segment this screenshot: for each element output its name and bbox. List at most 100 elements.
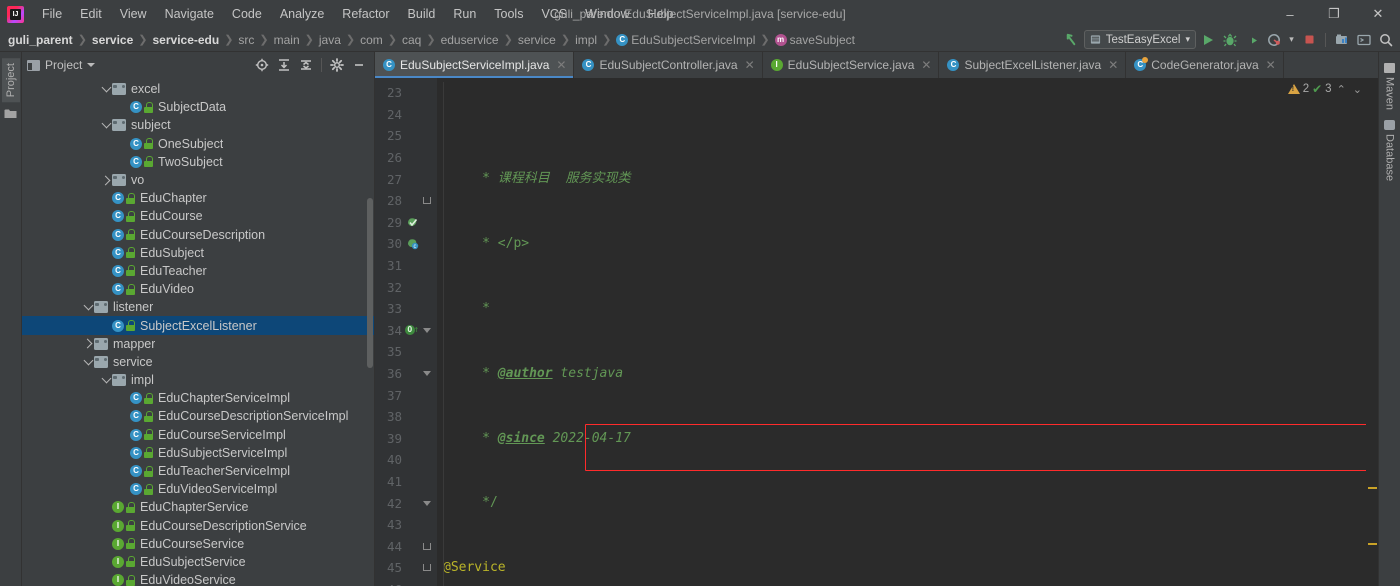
menu-edit[interactable]: Edit bbox=[71, 3, 111, 25]
breadcrumb-method[interactable]: m saveSubject bbox=[773, 32, 857, 48]
tree-item[interactable]: service bbox=[22, 353, 374, 371]
tree-item[interactable]: excel bbox=[22, 80, 374, 98]
maximize-button[interactable]: ❐ bbox=[1312, 0, 1356, 28]
chevron-down-icon[interactable] bbox=[100, 82, 112, 94]
menu-code[interactable]: Code bbox=[223, 3, 271, 25]
tree-item[interactable]: vo bbox=[22, 171, 374, 189]
menu-help[interactable]: Help bbox=[639, 3, 683, 25]
editor-gutter[interactable]: 23 24 25 26 27 28 29 30 C 31 32 33 34 O ↑ 35 36 37 38 39 40 4… bbox=[375, 78, 437, 586]
fold-collapse-icon[interactable] bbox=[419, 327, 435, 333]
breadcrumb-caq[interactable]: caq bbox=[400, 32, 423, 48]
chevron-down-icon[interactable] bbox=[100, 119, 112, 130]
tab-codegenerator[interactable]: C CodeGenerator.java ✕ bbox=[1126, 52, 1284, 78]
debug-icon[interactable] bbox=[1220, 30, 1240, 50]
tree-item[interactable]: C EduChapter bbox=[22, 189, 374, 207]
tree-item[interactable]: C TwoSubject bbox=[22, 153, 374, 171]
run-icon[interactable] bbox=[1198, 30, 1218, 50]
profiler-dropdown-icon[interactable]: ▾ bbox=[1286, 30, 1297, 50]
fold-region-end-icon[interactable] bbox=[419, 197, 435, 205]
breadcrumb-java[interactable]: java bbox=[317, 32, 343, 48]
chevron-right-icon[interactable] bbox=[100, 175, 112, 185]
menu-navigate[interactable]: Navigate bbox=[156, 3, 223, 25]
tree-item[interactable]: I EduCourseService bbox=[22, 535, 374, 553]
tree-item[interactable]: C EduChapterServiceImpl bbox=[22, 389, 374, 407]
tree-item[interactable]: C EduCourseDescriptionServiceImpl bbox=[22, 407, 374, 425]
tree-item[interactable]: subject bbox=[22, 116, 374, 134]
project-tree[interactable]: excel C SubjectData subject C OneSubject C TwoS… bbox=[22, 78, 374, 586]
tree-item[interactable]: C OneSubject bbox=[22, 135, 374, 153]
tree-item[interactable]: C EduSubjectServiceImpl bbox=[22, 444, 374, 462]
breadcrumb-main[interactable]: main bbox=[272, 32, 302, 48]
inspection-widget[interactable]: 2 ✔ 3 ⌃ ⌄ bbox=[1287, 82, 1364, 96]
close-icon[interactable]: ✕ bbox=[1266, 58, 1276, 72]
run-configuration-selector[interactable]: TestEasyExcel ▾ bbox=[1083, 30, 1196, 49]
breadcrumb-service-pkg[interactable]: service bbox=[516, 32, 558, 48]
tree-item-selected[interactable]: C SubjectExcelListener bbox=[22, 316, 374, 335]
tree-item[interactable]: mapper bbox=[22, 335, 374, 353]
terminal-icon[interactable] bbox=[1354, 30, 1374, 50]
tab-edusubjectcontroller[interactable]: C EduSubjectController.java ✕ bbox=[574, 52, 763, 78]
tree-item[interactable]: I EduSubjectService bbox=[22, 553, 374, 571]
tree-item[interactable]: C EduVideo bbox=[22, 280, 374, 298]
stripe-button-project[interactable]: Project bbox=[1, 58, 20, 103]
menu-file[interactable]: File bbox=[33, 3, 71, 25]
tree-item[interactable]: I EduChapterService bbox=[22, 498, 374, 516]
tree-item[interactable]: I EduVideoService bbox=[22, 571, 374, 586]
close-icon[interactable]: ✕ bbox=[556, 58, 566, 72]
tab-subjectexcellistener[interactable]: C SubjectExcelListener.java ✕ bbox=[939, 52, 1127, 78]
fold-collapse-icon[interactable] bbox=[419, 500, 435, 506]
expand-all-icon[interactable] bbox=[296, 55, 316, 75]
spring-bean-gutter-icon[interactable] bbox=[405, 216, 419, 229]
tree-item[interactable]: C EduSubject bbox=[22, 244, 374, 262]
hide-panel-icon[interactable] bbox=[349, 55, 369, 75]
tab-edusubjectservice[interactable]: I EduSubjectService.java ✕ bbox=[763, 52, 940, 78]
error-stripe-column[interactable] bbox=[1366, 78, 1378, 586]
tree-item[interactable]: C EduCourseDescription bbox=[22, 226, 374, 244]
tree-item[interactable]: I EduCourseDescriptionService bbox=[22, 517, 374, 535]
tree-item[interactable]: C EduCourseServiceImpl bbox=[22, 426, 374, 444]
fold-collapse-icon[interactable] bbox=[419, 371, 435, 377]
menu-build[interactable]: Build bbox=[399, 3, 445, 25]
breadcrumb-src[interactable]: src bbox=[236, 32, 256, 48]
breadcrumb-com[interactable]: com bbox=[358, 32, 385, 48]
stripe-button-database[interactable]: Database bbox=[1381, 115, 1399, 186]
breadcrumb-class[interactable]: C EduSubjectServiceImpl bbox=[614, 32, 757, 48]
stripe-button-maven[interactable]: Maven bbox=[1381, 58, 1399, 115]
close-icon[interactable]: ✕ bbox=[745, 58, 755, 72]
collapse-all-icon[interactable] bbox=[274, 55, 294, 75]
menu-window[interactable]: Window bbox=[576, 3, 638, 25]
spring-bean-class-gutter-icon[interactable]: C bbox=[405, 237, 419, 250]
tree-item[interactable]: impl bbox=[22, 371, 374, 389]
menu-view[interactable]: View bbox=[111, 3, 156, 25]
tree-item[interactable]: C EduVideoServiceImpl bbox=[22, 480, 374, 498]
chevron-right-icon[interactable] bbox=[82, 338, 94, 349]
search-icon[interactable] bbox=[1376, 30, 1396, 50]
stop-icon[interactable] bbox=[1299, 30, 1319, 50]
chevron-down-icon[interactable] bbox=[100, 373, 112, 385]
tree-item[interactable]: listener bbox=[22, 298, 374, 316]
project-tree-scrollbar[interactable] bbox=[367, 198, 373, 368]
menu-run[interactable]: Run bbox=[444, 3, 485, 25]
run-with-coverage-icon[interactable] bbox=[1242, 30, 1262, 50]
close-button[interactable]: ✕ bbox=[1356, 0, 1400, 28]
menu-vcs[interactable]: VCS bbox=[532, 3, 576, 25]
close-icon[interactable]: ✕ bbox=[921, 58, 931, 72]
minimize-button[interactable]: – bbox=[1268, 0, 1312, 28]
implementing-method-gutter-icon[interactable]: O ↑ bbox=[405, 325, 419, 336]
menu-refactor[interactable]: Refactor bbox=[333, 3, 398, 25]
fold-region-end-icon[interactable] bbox=[419, 564, 435, 572]
scroll-from-source-icon[interactable] bbox=[252, 55, 272, 75]
chevron-down-icon[interactable] bbox=[82, 355, 94, 367]
breadcrumb-impl[interactable]: impl bbox=[573, 32, 599, 48]
menu-tools[interactable]: Tools bbox=[485, 3, 532, 25]
next-problem-icon[interactable]: ⌄ bbox=[1351, 83, 1364, 96]
maven-icon[interactable] bbox=[1332, 30, 1352, 50]
fold-region-end-icon[interactable] bbox=[419, 542, 435, 550]
breadcrumb-service[interactable]: service bbox=[90, 32, 135, 48]
close-icon[interactable]: ✕ bbox=[1108, 58, 1118, 72]
gear-icon[interactable] bbox=[327, 55, 347, 75]
breadcrumb-service-edu[interactable]: service-edu bbox=[151, 32, 222, 48]
breadcrumb-guli-parent[interactable]: guli_parent bbox=[6, 32, 75, 48]
menu-analyze[interactable]: Analyze bbox=[271, 3, 333, 25]
prev-problem-icon[interactable]: ⌃ bbox=[1335, 83, 1348, 96]
